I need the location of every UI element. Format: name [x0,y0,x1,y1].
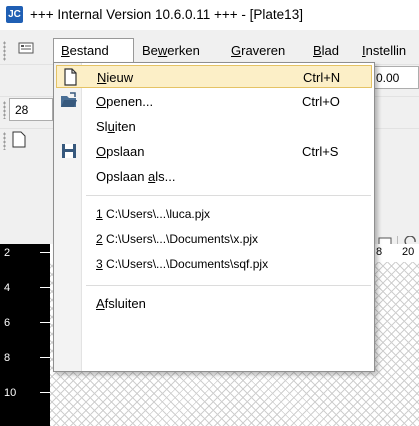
ruler-label: 8 [4,352,11,364]
menu-instellingen[interactable]: Instellin [362,43,406,58]
window-title: +++ Internal Version 10.6.0.11 +++ - [Pl… [30,7,303,22]
menu-separator [86,195,371,196]
app-logo-icon[interactable]: JC [6,6,23,23]
open-folder-icon [61,92,77,107]
menu-item-opslaan-als[interactable]: Opslaan als... [56,165,372,188]
ruler-tick [40,392,50,393]
ruler-label: 20 [402,246,415,258]
ruler-label: 2 [4,247,11,259]
ruler-label: 4 [4,282,11,294]
bestand-dropdown-menu: Nieuw Ctrl+N Openen... Ctrl+O Sluiten Op… [53,62,375,372]
save-disk-icon [62,144,76,158]
new-page-icon[interactable] [12,131,26,148]
menu-blad[interactable]: Blad [313,43,339,58]
ruler-label: 10 [4,387,17,399]
toolbar-grip-3[interactable] [3,132,6,150]
new-document-icon [64,68,77,86]
document-menu-icon[interactable] [18,42,34,56]
ruler-label: 8 [376,246,383,258]
ruler-label: 6 [4,317,11,329]
ruler-tick [40,322,50,323]
menu-item-openen[interactable]: Openen... Ctrl+O [56,90,372,113]
ruler-tick [40,252,50,253]
title-bar: JC +++ Internal Version 10.6.0.11 +++ - … [0,0,419,30]
menu-bewerken[interactable]: Bewerken [142,43,200,58]
ruler-left: 2 4 6 8 10 [0,247,50,426]
menu-item-recent-file[interactable]: 3 C:\Users\...\Documents\sqf.pjx [56,253,372,276]
value-field[interactable]: 0.00 [370,66,419,89]
menu-item-recent-file[interactable]: 2 C:\Users\...\Documents\x.pjx [56,228,372,251]
menu-bestand[interactable]: Bestand [53,38,134,63]
menu-item-opslaan[interactable]: Opslaan Ctrl+S [56,140,372,163]
toolbar-grip[interactable] [3,41,6,61]
menu-item-nieuw[interactable]: Nieuw Ctrl+N [56,65,372,88]
ruler-tick [40,287,50,288]
ruler-tick [40,357,50,358]
menu-separator [86,285,371,286]
menu-graveren[interactable]: Graveren [231,43,285,58]
size-field[interactable]: 28 [9,98,53,121]
menu-item-afsluiten[interactable]: Afsluiten [56,292,372,315]
menu-item-recent-file[interactable]: 1 C:\Users\...\luca.pjx [56,203,372,226]
toolbar-grip-2[interactable] [3,101,6,119]
menu-item-sluiten[interactable]: Sluiten [56,115,372,138]
